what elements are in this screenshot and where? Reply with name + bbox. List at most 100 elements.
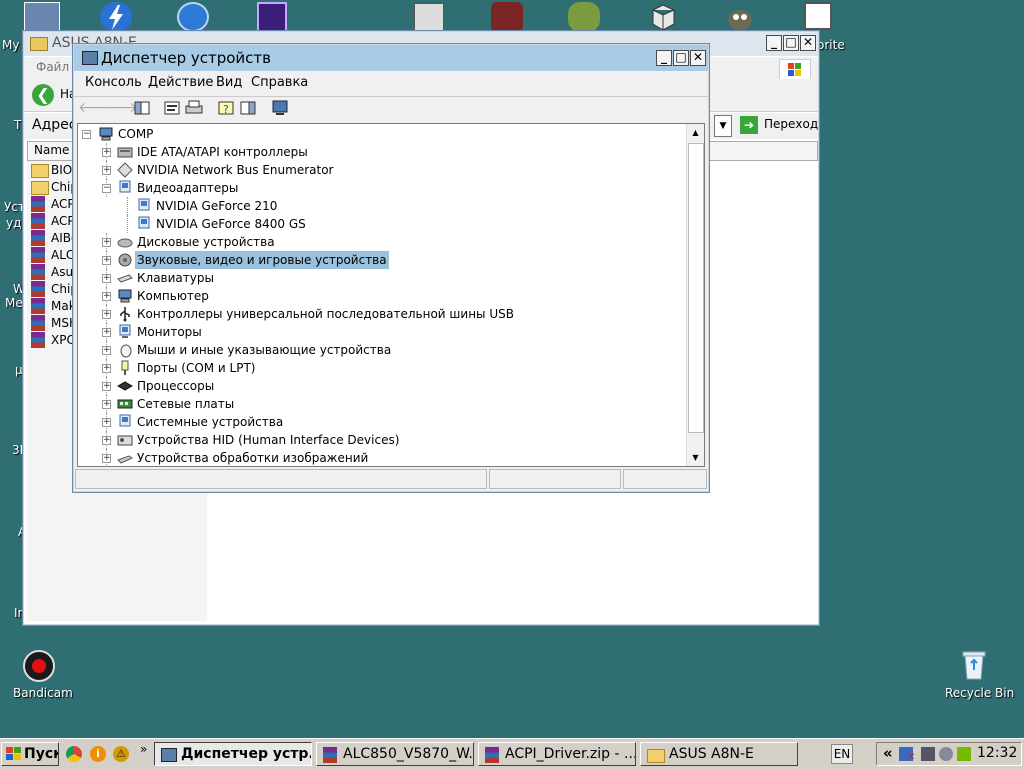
expand-toggle[interactable]: +: [102, 364, 111, 373]
tree-category-node[interactable]: + Контроллеры универсальной последователь…: [78, 305, 678, 323]
menu-console[interactable]: Консоль: [85, 72, 142, 94]
tree-scrollbar[interactable]: ▲ ▼: [686, 124, 704, 466]
tree-category-node[interactable]: + Звуковые, видео и игровые устройства: [78, 251, 678, 269]
tree-category-node[interactable]: + Компьютер: [78, 287, 678, 305]
expand-toggle[interactable]: +: [102, 400, 111, 409]
tree-node-label: Дисковые устройства: [137, 235, 275, 249]
tree-category-node[interactable]: − Видеоадаптеры: [78, 179, 678, 197]
task-alc850[interactable]: ALC850_V5870_W...: [316, 742, 474, 766]
menu-view[interactable]: Вид: [216, 72, 242, 94]
collapse-toggle[interactable]: −: [102, 184, 111, 193]
character-app-icon[interactable]: [568, 2, 600, 32]
recycle-bin-shortcut[interactable]: Recycle Bin: [940, 650, 1014, 702]
expand-toggle[interactable]: +: [102, 292, 111, 301]
note-app-icon[interactable]: [804, 2, 832, 30]
tree-category-node[interactable]: + Мониторы: [78, 323, 678, 341]
speaker-icon[interactable]: [939, 747, 953, 761]
tree-category-node[interactable]: + Дисковые устройства: [78, 233, 678, 251]
tree-category-node[interactable]: + Сетевые платы: [78, 395, 678, 413]
expand-toggle[interactable]: +: [102, 454, 111, 463]
device-manager-titlebar[interactable]: Диспетчер устройств _ □ ✕: [74, 45, 708, 71]
expand-toggle[interactable]: +: [102, 274, 111, 283]
expand-toggle[interactable]: +: [102, 346, 111, 355]
tree-category-node[interactable]: + Процессоры: [78, 377, 678, 395]
bandicam-shortcut[interactable]: Bandicam: [8, 650, 73, 702]
chrome-icon[interactable]: [66, 746, 82, 762]
tree-category-node[interactable]: + Устройства обработки изображений: [78, 449, 678, 466]
scroll-thumb[interactable]: [688, 143, 704, 433]
tree-category-node[interactable]: + Клавиатуры: [78, 269, 678, 287]
warning-icon[interactable]: ⚠: [113, 746, 129, 762]
close-button[interactable]: ✕: [800, 35, 816, 51]
tree-category-node[interactable]: + Мыши и иные указывающие устройства: [78, 341, 678, 359]
scroll-down-button[interactable]: ▼: [687, 449, 704, 466]
minimize-button[interactable]: _: [766, 35, 782, 51]
tree-node-label: Устройства обработки изображений: [137, 451, 369, 465]
task-acpi-driver[interactable]: ACPI_Driver.zip - ...: [478, 742, 636, 766]
collapse-toggle[interactable]: −: [82, 130, 91, 139]
address-dropdown-button[interactable]: ▼: [714, 115, 732, 137]
task-device-manager[interactable]: Диспетчер устр...: [154, 742, 312, 766]
forward-arrow-icon[interactable]: 🡒: [100, 99, 138, 117]
winrar-icon: [31, 247, 45, 263]
archive-app-icon[interactable]: [414, 3, 444, 33]
status-bar: [75, 469, 707, 489]
info-icon[interactable]: i: [90, 746, 106, 762]
show-hide-tree-icon[interactable]: [132, 99, 152, 117]
device-manager-toolbar: 🡐 🡒 ?: [74, 96, 708, 119]
expand-toggle[interactable]: +: [102, 148, 111, 157]
globe-icon[interactable]: [177, 2, 209, 32]
expand-toggle[interactable]: +: [102, 166, 111, 175]
help-icon[interactable]: ?: [216, 99, 236, 117]
minimize-button[interactable]: _: [656, 50, 672, 66]
tree-category-node[interactable]: + Устройства HID (Human Interface Devices…: [78, 431, 678, 449]
tray-expand-chevron[interactable]: «: [883, 744, 893, 762]
task-asus-folder[interactable]: ASUS A8N-E: [640, 742, 798, 766]
scroll-up-button[interactable]: ▲: [687, 124, 704, 141]
print-icon[interactable]: [184, 99, 204, 117]
cube-app-icon[interactable]: [647, 2, 679, 32]
maximize-button[interactable]: □: [783, 35, 799, 51]
expand-toggle[interactable]: +: [102, 418, 111, 427]
quick-launch-chevron[interactable]: »: [140, 742, 147, 756]
expand-toggle[interactable]: +: [102, 328, 111, 337]
column-header-name[interactable]: Name: [27, 141, 75, 161]
tree-category-node[interactable]: + Системные устройства: [78, 413, 678, 431]
network-disconnected-icon[interactable]: ✕: [907, 753, 915, 763]
menu-action[interactable]: Действие: [148, 72, 213, 94]
expand-toggle[interactable]: +: [102, 436, 111, 445]
menu-help[interactable]: Справка: [251, 72, 308, 94]
expand-toggle[interactable]: +: [102, 310, 111, 319]
language-indicator[interactable]: EN: [831, 744, 853, 764]
chip-app-icon[interactable]: [257, 2, 287, 32]
scan-hardware-icon[interactable]: [270, 99, 290, 117]
tree-child-node[interactable]: NVIDIA GeForce 210: [78, 197, 678, 215]
device-manager-window: Диспетчер устройств _ □ ✕ Консоль Действ…: [72, 43, 710, 493]
start-label: Пуск: [24, 746, 59, 762]
tree-child-node[interactable]: NVIDIA GeForce 8400 GS: [78, 215, 678, 233]
tree-category-node[interactable]: + Порты (COM и LPT): [78, 359, 678, 377]
display-tray-icon[interactable]: [921, 747, 935, 761]
gimp-app-icon[interactable]: [724, 2, 756, 32]
tree-category-node[interactable]: + IDE ATA/ATAPI контроллеры: [78, 143, 678, 161]
close-button[interactable]: ✕: [690, 50, 706, 66]
properties-icon[interactable]: [162, 99, 182, 117]
tree-connector: [127, 197, 128, 215]
expand-toggle[interactable]: +: [102, 256, 111, 265]
system-tray: « ✕ 12:32: [876, 742, 1022, 766]
menu-file[interactable]: Файл: [36, 60, 69, 74]
maximize-button[interactable]: □: [673, 50, 689, 66]
folder-icon: [31, 164, 49, 178]
tree-category-node[interactable]: + NVIDIA Network Bus Enumerator: [78, 161, 678, 179]
nvidia-icon[interactable]: [957, 747, 971, 761]
lightning-app-icon[interactable]: [100, 2, 132, 32]
tree-root[interactable]: − COMP: [82, 125, 282, 143]
action-pane-icon[interactable]: [238, 99, 258, 117]
go-button[interactable]: ➔ Переход: [738, 114, 818, 136]
back-arrow-icon[interactable]: 🡐: [78, 99, 116, 117]
start-button[interactable]: Пуск: [1, 742, 59, 766]
expand-toggle[interactable]: +: [102, 382, 111, 391]
game-app-icon[interactable]: [491, 2, 523, 32]
expand-toggle[interactable]: +: [102, 238, 111, 247]
tree-node-label: Системные устройства: [137, 415, 284, 429]
